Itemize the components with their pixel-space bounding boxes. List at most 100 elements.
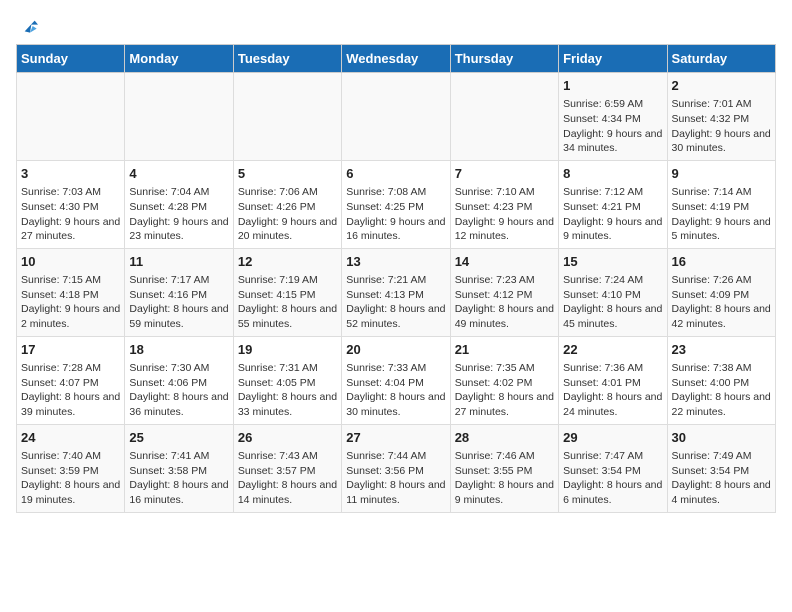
logo	[16, 16, 38, 36]
header-thursday: Thursday	[450, 45, 558, 73]
calendar-cell: 8Sunrise: 7:12 AM Sunset: 4:21 PM Daylig…	[559, 160, 667, 248]
calendar-cell: 27Sunrise: 7:44 AM Sunset: 3:56 PM Dayli…	[342, 424, 450, 512]
day-info: Sunrise: 7:44 AM Sunset: 3:56 PM Dayligh…	[346, 449, 445, 508]
day-number: 5	[238, 165, 337, 183]
day-number: 17	[21, 341, 120, 359]
calendar-cell: 30 Sunrise: 7:49 AM Sunset: 3:54 PM Dayli…	[667, 424, 775, 512]
page-header	[16, 16, 776, 36]
calendar-cell: 6 Sunrise: 7:08 AM Sunset: 4:25 PM Daylig…	[342, 160, 450, 248]
calendar-cell: 23 Sunrise: 7:38 AM Sunset: 4:00 PM Dayli…	[667, 336, 775, 424]
calendar-cell	[342, 73, 450, 161]
day-number: 23	[672, 341, 771, 359]
calendar-body: 1 Sunrise: 6:59 AM Sunset: 4:34 PM Daylig…	[17, 73, 776, 513]
day-number: 2	[672, 77, 771, 95]
day-number: 21	[455, 341, 554, 359]
calendar-cell: 22 Sunrise: 7:36 AM Sunset: 4:01 PM Dayli…	[559, 336, 667, 424]
day-number: 26	[238, 429, 337, 447]
day-info: Sunrise: 7:35 AM Sunset: 4:02 PM Dayligh…	[455, 361, 554, 420]
day-info: Sunrise: 7:31 AM Sunset: 4:05 PM Dayligh…	[238, 361, 337, 420]
day-info: Sunrise: 7:06 AM Sunset: 4:26 PM Dayligh…	[238, 185, 337, 244]
day-number: 16	[672, 253, 771, 271]
week-row-1: 3 Sunrise: 7:03 AM Sunset: 4:30 PM Daylig…	[17, 160, 776, 248]
week-row-3: 17 Sunrise: 7:28 AM Sunset: 4:07 PM Dayli…	[17, 336, 776, 424]
day-info: Sunrise: 7:03 AM Sunset: 4:30 PM Dayligh…	[21, 185, 120, 244]
day-number: 24	[21, 429, 120, 447]
day-info: Sunrise: 7:08 AM Sunset: 4:25 PM Dayligh…	[346, 185, 445, 244]
calendar-cell: 16 Sunrise: 7:26 AM Sunset: 4:09 PM Dayli…	[667, 248, 775, 336]
calendar-cell	[233, 73, 341, 161]
day-info: Sunrise: 7:24 AM Sunset: 4:10 PM Dayligh…	[563, 273, 662, 332]
calendar-cell: 10Sunrise: 7:15 AM Sunset: 4:18 PM Dayli…	[17, 248, 125, 336]
day-number: 8	[563, 165, 662, 183]
day-number: 11	[129, 253, 228, 271]
day-info: Sunrise: 6:59 AM Sunset: 4:34 PM Dayligh…	[563, 97, 662, 156]
week-row-2: 10Sunrise: 7:15 AM Sunset: 4:18 PM Dayli…	[17, 248, 776, 336]
day-number: 29	[563, 429, 662, 447]
day-number: 7	[455, 165, 554, 183]
calendar-cell: 26 Sunrise: 7:43 AM Sunset: 3:57 PM Dayli…	[233, 424, 341, 512]
header-saturday: Saturday	[667, 45, 775, 73]
day-info: Sunrise: 7:33 AM Sunset: 4:04 PM Dayligh…	[346, 361, 445, 420]
day-info: Sunrise: 7:43 AM Sunset: 3:57 PM Dayligh…	[238, 449, 337, 508]
day-info: Sunrise: 7:38 AM Sunset: 4:00 PM Dayligh…	[672, 361, 771, 420]
calendar-cell	[450, 73, 558, 161]
day-number: 12	[238, 253, 337, 271]
day-info: Sunrise: 7:36 AM Sunset: 4:01 PM Dayligh…	[563, 361, 662, 420]
week-row-4: 24 Sunrise: 7:40 AM Sunset: 3:59 PM Dayli…	[17, 424, 776, 512]
calendar-header: SundayMondayTuesdayWednesdayThursdayFrid…	[17, 45, 776, 73]
day-info: Sunrise: 7:49 AM Sunset: 3:54 PM Dayligh…	[672, 449, 771, 508]
calendar-cell: 5 Sunrise: 7:06 AM Sunset: 4:26 PM Daylig…	[233, 160, 341, 248]
header-wednesday: Wednesday	[342, 45, 450, 73]
day-number: 3	[21, 165, 120, 183]
day-number: 9	[672, 165, 771, 183]
day-info: Sunrise: 7:40 AM Sunset: 3:59 PM Dayligh…	[21, 449, 120, 508]
calendar-cell: 18Sunrise: 7:30 AM Sunset: 4:06 PM Dayli…	[125, 336, 233, 424]
day-info: Sunrise: 7:01 AM Sunset: 4:32 PM Dayligh…	[672, 97, 771, 156]
day-info: Sunrise: 7:19 AM Sunset: 4:15 PM Dayligh…	[238, 273, 337, 332]
calendar-cell: 3 Sunrise: 7:03 AM Sunset: 4:30 PM Daylig…	[17, 160, 125, 248]
calendar-cell: 2 Sunrise: 7:01 AM Sunset: 4:32 PM Daylig…	[667, 73, 775, 161]
calendar-cell: 20 Sunrise: 7:33 AM Sunset: 4:04 PM Dayli…	[342, 336, 450, 424]
day-number: 15	[563, 253, 662, 271]
day-info: Sunrise: 7:04 AM Sunset: 4:28 PM Dayligh…	[129, 185, 228, 244]
day-number: 19	[238, 341, 337, 359]
calendar-cell: 13 Sunrise: 7:21 AM Sunset: 4:13 PM Dayli…	[342, 248, 450, 336]
day-number: 28	[455, 429, 554, 447]
calendar-cell: 1 Sunrise: 6:59 AM Sunset: 4:34 PM Daylig…	[559, 73, 667, 161]
calendar-cell: 28 Sunrise: 7:46 AM Sunset: 3:55 PM Dayli…	[450, 424, 558, 512]
calendar-cell: 29 Sunrise: 7:47 AM Sunset: 3:54 PM Dayli…	[559, 424, 667, 512]
day-info: Sunrise: 7:46 AM Sunset: 3:55 PM Dayligh…	[455, 449, 554, 508]
calendar-cell: 7 Sunrise: 7:10 AM Sunset: 4:23 PM Daylig…	[450, 160, 558, 248]
calendar-cell: 21 Sunrise: 7:35 AM Sunset: 4:02 PM Dayli…	[450, 336, 558, 424]
calendar-cell: 17 Sunrise: 7:28 AM Sunset: 4:07 PM Dayli…	[17, 336, 125, 424]
day-number: 22	[563, 341, 662, 359]
day-info: Sunrise: 7:15 AM Sunset: 4:18 PM Dayligh…	[21, 273, 120, 332]
header-tuesday: Tuesday	[233, 45, 341, 73]
header-friday: Friday	[559, 45, 667, 73]
calendar-cell: 15 Sunrise: 7:24 AM Sunset: 4:10 PM Dayli…	[559, 248, 667, 336]
day-info: Sunrise: 7:47 AM Sunset: 3:54 PM Dayligh…	[563, 449, 662, 508]
calendar-cell: 11Sunrise: 7:17 AM Sunset: 4:16 PM Dayli…	[125, 248, 233, 336]
day-info: Sunrise: 7:23 AM Sunset: 4:12 PM Dayligh…	[455, 273, 554, 332]
day-info: Sunrise: 7:26 AM Sunset: 4:09 PM Dayligh…	[672, 273, 771, 332]
day-number: 13	[346, 253, 445, 271]
day-number: 18	[129, 341, 228, 359]
day-info: Sunrise: 7:21 AM Sunset: 4:13 PM Dayligh…	[346, 273, 445, 332]
logo-bird-icon	[18, 16, 38, 36]
day-number: 6	[346, 165, 445, 183]
day-number: 30	[672, 429, 771, 447]
calendar-cell: 25Sunrise: 7:41 AM Sunset: 3:58 PM Dayli…	[125, 424, 233, 512]
header-sunday: Sunday	[17, 45, 125, 73]
day-number: 1	[563, 77, 662, 95]
day-info: Sunrise: 7:28 AM Sunset: 4:07 PM Dayligh…	[21, 361, 120, 420]
day-number: 20	[346, 341, 445, 359]
day-info: Sunrise: 7:10 AM Sunset: 4:23 PM Dayligh…	[455, 185, 554, 244]
calendar-cell	[125, 73, 233, 161]
calendar-cell	[17, 73, 125, 161]
calendar-cell: 12 Sunrise: 7:19 AM Sunset: 4:15 PM Dayli…	[233, 248, 341, 336]
day-number: 4	[129, 165, 228, 183]
day-info: Sunrise: 7:14 AM Sunset: 4:19 PM Dayligh…	[672, 185, 771, 244]
header-row: SundayMondayTuesdayWednesdayThursdayFrid…	[17, 45, 776, 73]
calendar-cell: 4 Sunrise: 7:04 AM Sunset: 4:28 PM Daylig…	[125, 160, 233, 248]
week-row-0: 1 Sunrise: 6:59 AM Sunset: 4:34 PM Daylig…	[17, 73, 776, 161]
